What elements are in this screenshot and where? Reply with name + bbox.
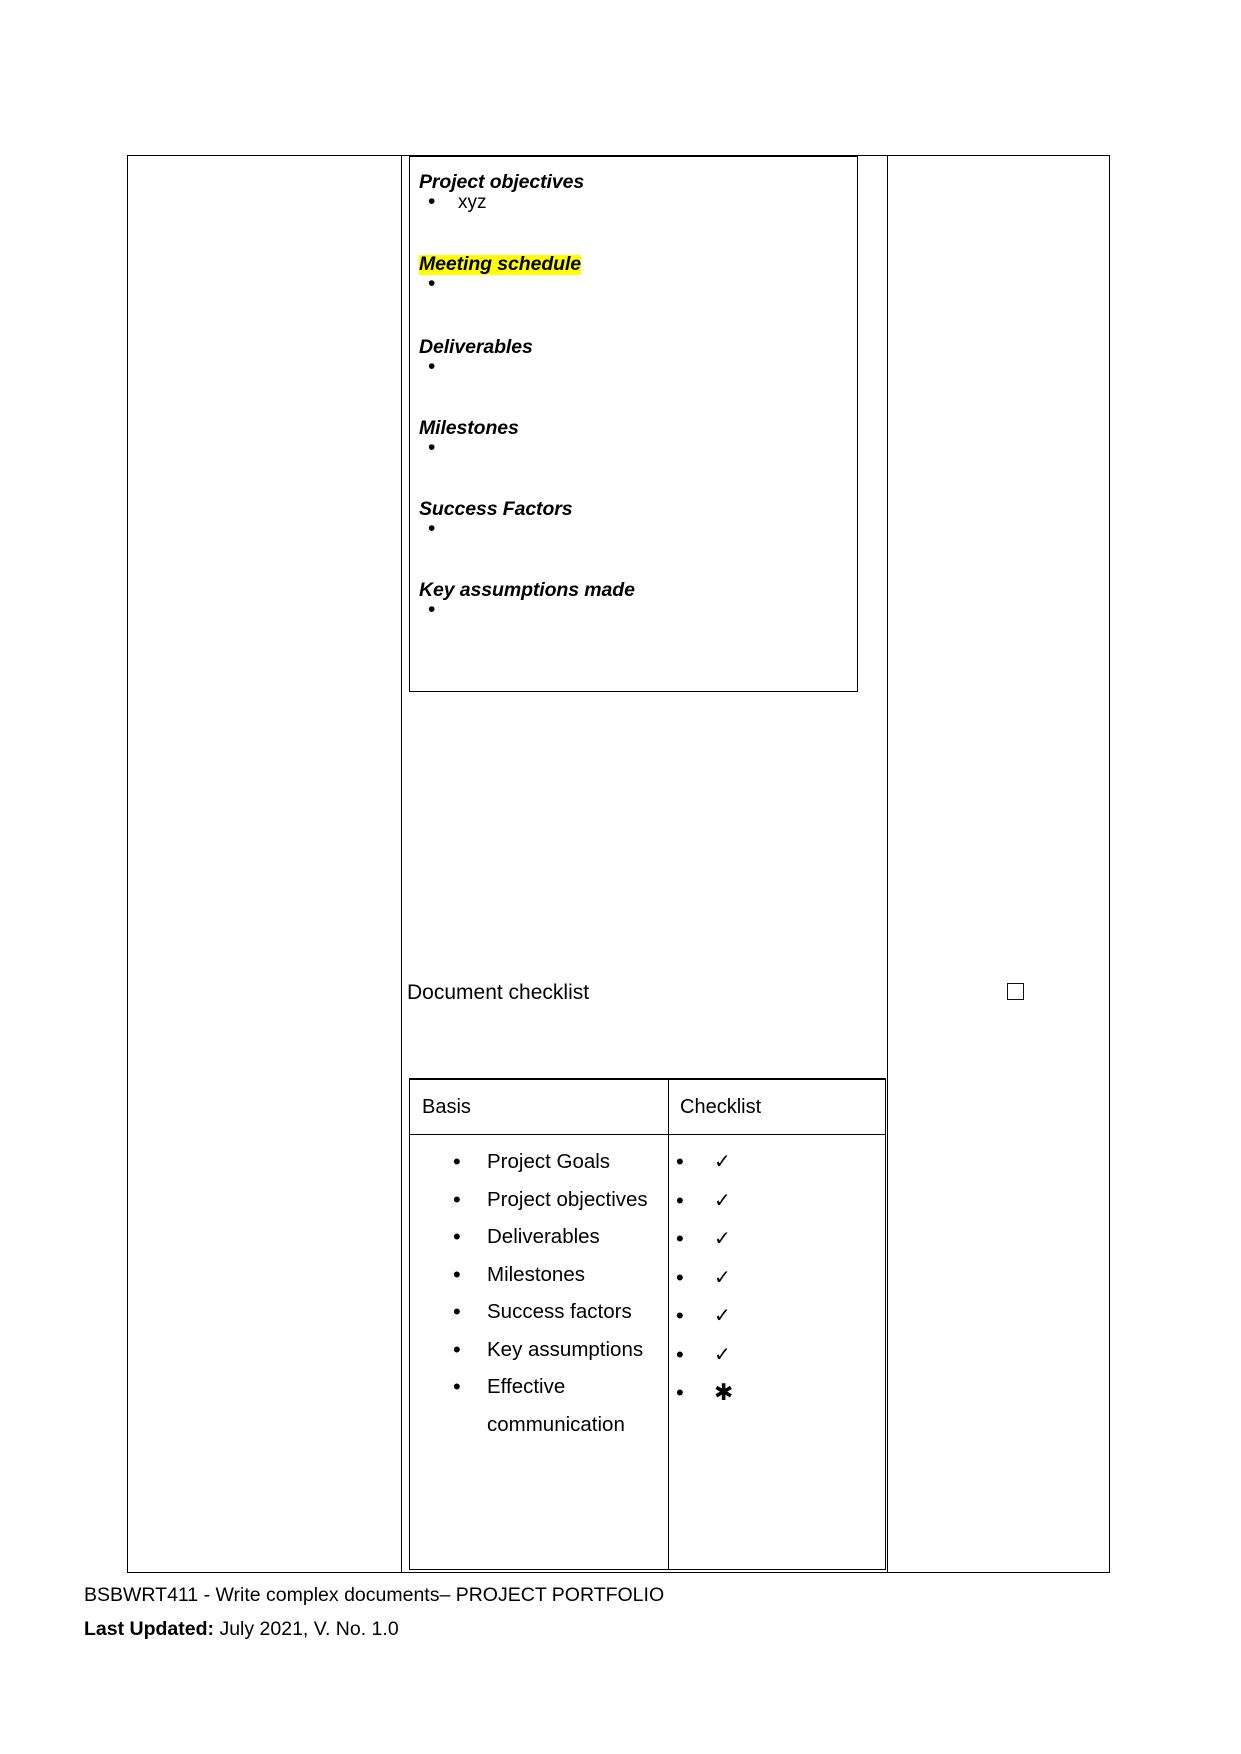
list-item[interactable]: ✓ (668, 1336, 887, 1375)
field-section-deliverables: Deliverables (419, 336, 843, 377)
field-heading-key-assumptions: Key assumptions made (419, 579, 635, 601)
checklist-basis-list: Project Goals Project objectives Deliver… (410, 1143, 668, 1443)
checklist-table-body: Project Goals Project objectives Deliver… (410, 1135, 885, 1570)
checklist-mark-list: ✓ ✓ ✓ ✓ ✓ ✓ ✱ (668, 1143, 887, 1413)
footer-last-updated-line: Last Updated: July 2021, V. No. 1.0 (84, 1612, 784, 1646)
field-heading-success-factors: Success Factors (419, 498, 573, 520)
list-item: Effective communication (410, 1368, 668, 1443)
list-item[interactable]: ✓ (668, 1143, 887, 1182)
project-fields-box: Project objectives xyz Meeting schedule … (409, 155, 858, 692)
field-bullet-item[interactable] (419, 599, 843, 620)
asterisk-icon: ✱ (714, 1379, 734, 1405)
checklist-table: Basis Checklist Project Goals Project ob… (409, 1078, 886, 1570)
outer-table-column-divider-left (401, 156, 402, 1572)
field-bullets-project-objectives: xyz (419, 191, 843, 212)
checkmark-icon: ✓ (714, 1266, 731, 1289)
checkmark-icon: ✓ (714, 1189, 731, 1212)
document-page: Project objectives xyz Meeting schedule … (0, 0, 1241, 1754)
list-item-line-1: Effective (487, 1375, 566, 1398)
document-checklist-label: Document checklist (407, 981, 590, 1004)
list-item[interactable]: ✓ (668, 1220, 887, 1259)
checkmark-icon: ✓ (714, 1343, 731, 1366)
list-item: Key assumptions (410, 1331, 668, 1369)
field-bullet-item[interactable] (419, 518, 843, 539)
outer-table-column-divider-right (887, 156, 888, 1572)
field-bullets-success-factors (419, 518, 843, 539)
list-item: Milestones (410, 1256, 668, 1294)
footer-course-line: BSBWRT411 - Write complex documents– PRO… (84, 1584, 665, 1606)
field-bullets-meeting-schedule (419, 273, 843, 294)
field-heading-meeting-schedule: Meeting schedule (419, 253, 582, 275)
list-item[interactable]: ✓ (668, 1182, 887, 1221)
list-item: Project objectives (410, 1181, 668, 1219)
checklist-table-header-row: Basis Checklist (410, 1080, 885, 1135)
field-section-success-factors: Success Factors (419, 498, 843, 539)
list-item: Deliverables (410, 1218, 668, 1256)
list-item-line-2: communication (487, 1412, 625, 1436)
checkmark-icon: ✓ (714, 1151, 731, 1173)
checkmark-icon: ✓ (714, 1228, 731, 1250)
list-item: Project Goals (410, 1143, 668, 1181)
document-checklist-checkbox[interactable] (1007, 983, 1024, 1000)
checklist-header-checklist: Checklist (680, 1096, 762, 1118)
field-section-milestones: Milestones (419, 418, 843, 458)
list-item[interactable]: ✓ (668, 1297, 887, 1336)
checklist-header-basis: Basis (422, 1096, 471, 1118)
page-footer: BSBWRT411 - Write complex documents– PRO… (84, 1578, 784, 1646)
footer-last-updated-value: July 2021, V. No. 1.0 (219, 1618, 399, 1640)
checkmark-icon: ✓ (714, 1305, 731, 1327)
list-item[interactable]: ✱ (668, 1374, 887, 1413)
field-heading-project-objectives: Project objectives (419, 171, 585, 193)
field-section-key-assumptions: Key assumptions made (419, 579, 843, 620)
field-bullets-milestones (419, 437, 843, 458)
field-section-project-objectives: Project objectives xyz (419, 171, 843, 212)
list-item: Success factors (410, 1293, 668, 1331)
field-heading-deliverables: Deliverables (419, 336, 533, 358)
field-bullet-item[interactable] (419, 437, 843, 458)
list-item[interactable]: ✓ (668, 1259, 887, 1298)
field-bullet-item[interactable]: xyz (419, 191, 843, 212)
field-bullets-deliverables (419, 356, 843, 377)
footer-last-updated-label: Last Updated: (84, 1618, 215, 1640)
field-bullets-key-assumptions (419, 599, 843, 620)
field-bullet-item[interactable] (419, 356, 843, 377)
field-bullet-item[interactable] (419, 273, 843, 294)
field-section-meeting-schedule: Meeting schedule (419, 253, 843, 294)
